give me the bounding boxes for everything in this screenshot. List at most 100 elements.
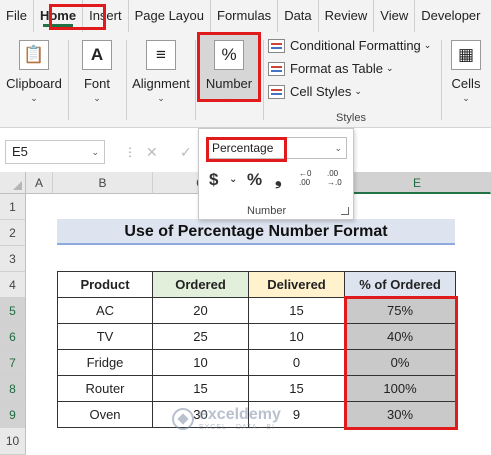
alignment-icon: ≡ [146, 40, 176, 70]
row-header-10[interactable]: 10 [0, 428, 26, 455]
name-box[interactable]: E5 ⌄ [5, 140, 105, 164]
table-header-row: Product Ordered Delivered % of Ordered [57, 271, 456, 298]
sheet-title: Use of Percentage Number Format [57, 219, 455, 245]
header-pct-ordered[interactable]: % of Ordered [344, 271, 456, 298]
cell-ordered[interactable]: 10 [152, 349, 249, 376]
home-tab-highlight [49, 4, 106, 30]
cell-delivered[interactable]: 0 [248, 349, 345, 376]
formula-bar-divider: ⋮ [124, 145, 136, 159]
row-header-3[interactable]: 3 [0, 246, 26, 272]
currency-icon[interactable]: $ [209, 170, 218, 190]
tab-view[interactable]: View [373, 0, 414, 32]
name-box-value: E5 [12, 144, 28, 159]
row-header-6[interactable]: 6 [0, 324, 26, 350]
tab-page-layout[interactable]: Page Layou [127, 0, 210, 32]
cell-product[interactable]: Fridge [57, 349, 153, 376]
cell-styles-icon [268, 84, 285, 99]
tab-file[interactable]: File [0, 0, 33, 32]
chevron-down-icon: ⌄ [462, 93, 470, 103]
watermark: exceldemy EXCEL · DATA · BI [172, 406, 281, 431]
increase-decimal-bottom: .00 [299, 178, 311, 187]
exceldemy-logo-icon [172, 407, 194, 430]
row-header-8[interactable]: 8 [0, 376, 26, 402]
group-divider [126, 40, 127, 120]
cell-product[interactable]: Router [57, 375, 153, 402]
row-header-7[interactable]: 7 [0, 350, 26, 376]
chevron-down-icon: ⌄ [354, 86, 362, 96]
row-header-9[interactable]: 9 [0, 402, 26, 428]
tab-review[interactable]: Review [317, 0, 374, 32]
cell-delivered[interactable]: 15 [248, 375, 345, 402]
number-button-highlight [197, 32, 261, 102]
row-header-2[interactable]: 2 [0, 220, 26, 246]
group-divider [195, 40, 196, 120]
watermark-text: exceldemy EXCEL · DATA · BI [199, 406, 281, 431]
chevron-down-icon: ⌄ [385, 63, 394, 73]
alignment-button[interactable]: ≡ Alignment ⌄ [130, 40, 192, 103]
clipboard-button[interactable]: 📋 Clipboard ⌄ [6, 40, 62, 103]
cell-styles-button[interactable]: Cell Styles ⌄ [268, 84, 362, 99]
watermark-name: exceldemy [199, 406, 281, 423]
group-divider [68, 40, 69, 120]
styles-group-label: Styles [336, 112, 366, 124]
chevron-down-icon[interactable]: ⌄ [229, 174, 237, 185]
chevron-down-icon: ⌄ [93, 93, 101, 103]
format-as-table-label: Format as Table [290, 61, 383, 76]
watermark-tag: EXCEL · DATA · BI [199, 424, 275, 431]
alignment-label: Alignment [132, 76, 190, 91]
cell-product[interactable]: AC [57, 297, 153, 324]
group-divider [441, 40, 442, 120]
format-as-table-button[interactable]: Format as Table ⌄ [268, 61, 394, 76]
row-header-4[interactable]: 4 [0, 272, 26, 298]
increase-decimal-icon[interactable]: ←0 .00 [299, 169, 311, 187]
header-ordered[interactable]: Ordered [152, 271, 249, 298]
row-header-1[interactable]: 1 [0, 194, 26, 220]
percent-style-icon[interactable]: % [247, 170, 262, 190]
column-header-b[interactable]: B [53, 172, 153, 194]
cell-delivered[interactable]: 15 [248, 297, 345, 324]
cell-styles-label: Cell Styles [290, 84, 352, 99]
cell-product[interactable]: Oven [57, 401, 153, 428]
column-header-e[interactable]: E [344, 172, 491, 194]
column-header-a[interactable]: A [26, 172, 53, 194]
table-icon [268, 61, 285, 76]
selected-range-highlight [344, 296, 458, 430]
comma-style-icon[interactable]: ❟ [275, 170, 282, 190]
conditional-formatting-icon [268, 38, 285, 53]
cell-ordered[interactable]: 20 [152, 297, 249, 324]
font-label: Font [83, 76, 110, 91]
cells-label: Cells [451, 76, 481, 91]
cell-ordered[interactable]: 25 [152, 323, 249, 350]
conditional-formatting-label: Conditional Formatting [290, 38, 421, 53]
header-delivered[interactable]: Delivered [248, 271, 345, 298]
decrease-decimal-bottom: →.0 [327, 178, 342, 187]
decrease-decimal-icon[interactable]: .00 →.0 [327, 169, 342, 187]
cell-delivered[interactable]: 10 [248, 323, 345, 350]
chevron-down-icon: ⌄ [334, 143, 342, 153]
header-product[interactable]: Product [57, 271, 153, 298]
tab-formulas[interactable]: Formulas [210, 0, 277, 32]
select-all-corner[interactable] [0, 172, 26, 194]
enter-icon[interactable]: ✓ [180, 144, 192, 161]
number-group-label: Number [247, 205, 287, 217]
font-button[interactable]: A Font ⌄ [72, 40, 122, 103]
dialog-launcher-icon[interactable] [341, 207, 349, 215]
chevron-down-icon: ⌄ [423, 40, 432, 50]
font-icon: A [82, 40, 112, 70]
decrease-decimal-top: .00 [327, 169, 339, 178]
tab-developer[interactable]: Developer [414, 0, 486, 32]
chevron-down-icon: ⌄ [157, 93, 165, 103]
chevron-down-icon: ⌄ [30, 93, 38, 103]
conditional-formatting-button[interactable]: Conditional Formatting ⌄ [268, 38, 431, 53]
cell-product[interactable]: TV [57, 323, 153, 350]
clipboard-label: Clipboard [6, 76, 62, 91]
row-header-5[interactable]: 5 [0, 298, 26, 324]
clipboard-icon: 📋 [19, 40, 49, 70]
tab-data[interactable]: Data [277, 0, 317, 32]
cells-icon: ▦ [451, 40, 481, 70]
format-select-highlight [206, 137, 287, 162]
increase-decimal-top: ←0 [299, 169, 312, 178]
cell-ordered[interactable]: 15 [152, 375, 249, 402]
cancel-icon[interactable]: ✕ [146, 144, 158, 161]
cells-button[interactable]: ▦ Cells ⌄ [444, 40, 488, 103]
